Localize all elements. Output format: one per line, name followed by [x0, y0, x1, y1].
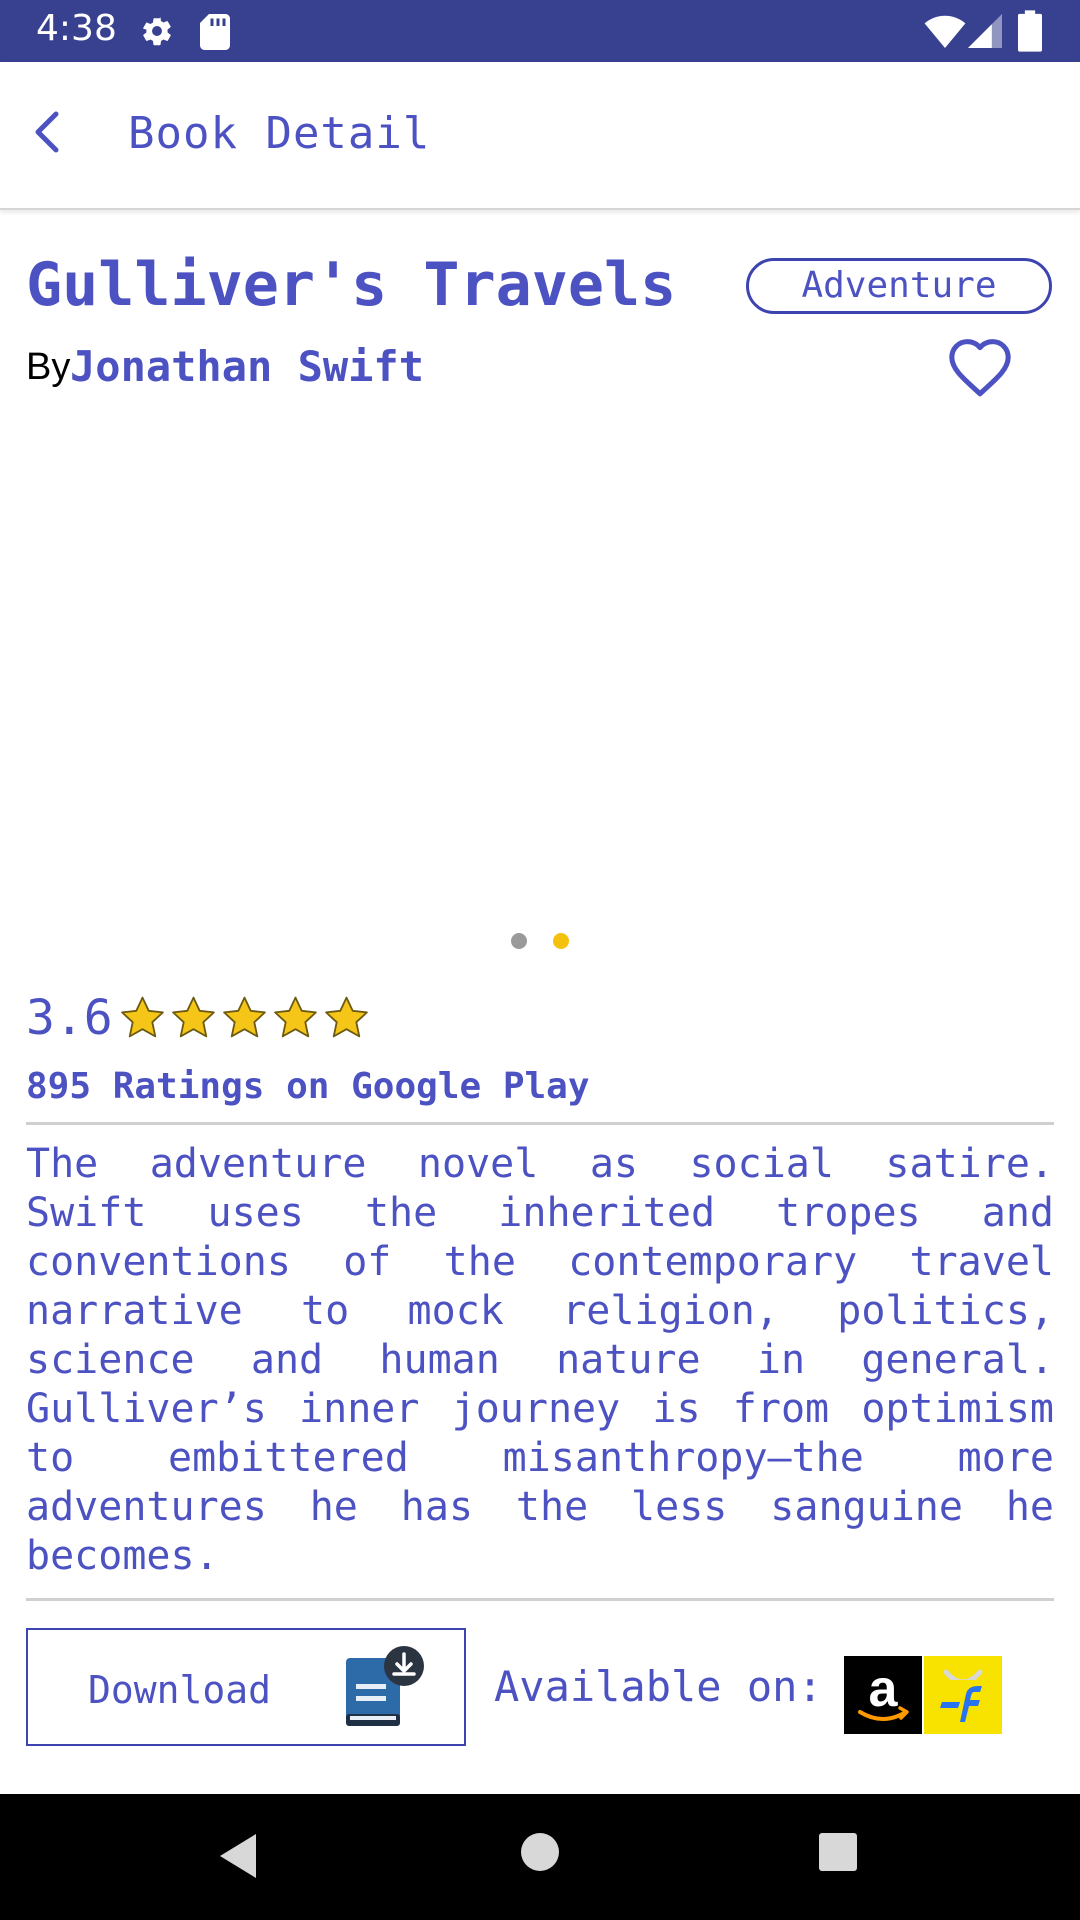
book-download-icon: [346, 1646, 424, 1726]
nav-home-button[interactable]: [520, 1832, 560, 1872]
heart-outline-icon: [949, 339, 1011, 397]
download-label: Download: [88, 1668, 272, 1712]
nav-recents-button[interactable]: [818, 1832, 858, 1872]
star-icon: [172, 996, 215, 1038]
rating-stars: [118, 994, 371, 1042]
svg-text:a: a: [869, 1660, 899, 1718]
triangle-back-icon: [220, 1834, 256, 1878]
battery-icon: [1018, 10, 1042, 52]
ratings-count: 895 Ratings on Google Play: [26, 1066, 590, 1107]
divider: [26, 1598, 1054, 1601]
signal-icon: [968, 14, 1002, 48]
sd-card-icon: [200, 14, 230, 50]
available-on-label: Available on:: [494, 1662, 823, 1711]
carousel-dot-1[interactable]: [511, 933, 527, 949]
circle-home-icon: [521, 1833, 559, 1871]
book-title: Gulliver's Travels: [26, 250, 677, 320]
favorite-button[interactable]: [946, 336, 1014, 398]
system-nav-bar: [0, 1794, 1080, 1920]
genre-chip[interactable]: Adventure: [746, 258, 1052, 314]
cover-carousel[interactable]: [0, 410, 1080, 930]
square-recents-icon: [819, 1833, 857, 1871]
star-icon: [325, 996, 368, 1038]
star-icon: [274, 996, 317, 1038]
star-icon: [121, 996, 164, 1038]
page-title: Book Detail: [128, 108, 431, 159]
rating-value: 3.6: [26, 990, 113, 1046]
back-button[interactable]: [18, 102, 78, 162]
divider: [26, 1122, 1054, 1125]
by-label: By: [26, 346, 71, 388]
star-icon: [223, 996, 266, 1038]
settings-icon: [143, 17, 171, 46]
chevron-left-icon: [35, 111, 59, 153]
download-button[interactable]: Download: [26, 1628, 466, 1746]
flipkart-icon[interactable]: [924, 1656, 1002, 1734]
book-description: The adventure novel as social satire. Sw…: [26, 1141, 1054, 1579]
app-bar: Book Detail: [0, 62, 1080, 210]
status-time: 4:38: [36, 8, 117, 49]
nav-back-button[interactable]: [218, 1832, 258, 1880]
wifi-icon: [924, 15, 966, 48]
status-bar: 4:38: [0, 0, 1080, 62]
amazon-icon[interactable]: a: [844, 1656, 922, 1734]
author-name[interactable]: Jonathan Swift: [70, 342, 424, 391]
carousel-dot-2-active[interactable]: [553, 933, 569, 949]
